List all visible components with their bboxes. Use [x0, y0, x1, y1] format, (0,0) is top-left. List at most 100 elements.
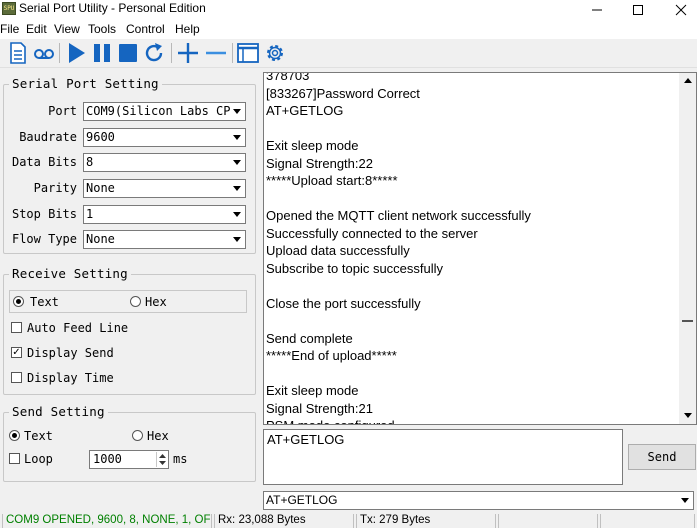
chevron-down-icon[interactable] [230, 103, 245, 120]
chevron-down-icon[interactable] [230, 129, 245, 146]
title-bar: SPU Serial Port Utility - Personal Editi… [0, 0, 697, 19]
tx-count: Tx: 279 Bytes [356, 514, 496, 528]
pause-icon [94, 44, 110, 62]
port-value: COM9(Silicon Labs CP [86, 104, 231, 118]
baudrate-value: 9600 [86, 130, 115, 144]
refresh-button[interactable] [142, 41, 166, 65]
stop-button[interactable] [116, 41, 140, 65]
minimize-button[interactable] [575, 0, 619, 19]
receive-log-line [266, 120, 531, 138]
menu-view[interactable]: View [54, 22, 80, 36]
minimize-icon [592, 9, 602, 11]
port-select[interactable]: COM9(Silicon Labs CP [83, 102, 246, 121]
chevron-down-icon[interactable] [678, 492, 693, 509]
scroll-thumb[interactable] [682, 320, 693, 322]
receive-log-line: Send complete [266, 330, 353, 346]
receive-log-line [266, 365, 531, 383]
plus-icon [178, 43, 198, 63]
receive-log-line [266, 190, 531, 208]
record-button[interactable] [32, 41, 56, 65]
menu-bar: File Edit View Tools Control Help [0, 19, 697, 39]
menu-control[interactable]: Control [126, 22, 165, 36]
display-time-checkbox[interactable] [11, 372, 22, 383]
chevron-down-icon[interactable] [230, 231, 245, 248]
stop-bits-select[interactable]: 1 [83, 205, 246, 224]
settings-button[interactable] [263, 41, 287, 65]
maximize-button[interactable] [616, 0, 660, 19]
command-history-value: AT+GETLOG [266, 493, 338, 507]
start-button[interactable] [64, 41, 88, 65]
chevron-down-icon[interactable] [230, 206, 245, 223]
window-button[interactable] [236, 41, 260, 65]
add-button[interactable] [176, 41, 200, 65]
receive-log-line: PSM mode configured [266, 417, 531, 424]
interval-unit-label: ms [173, 452, 188, 466]
parity-select[interactable]: None [83, 179, 246, 198]
receive-log-line [266, 312, 531, 330]
gear-icon [267, 45, 283, 61]
connection-status: COM9 OPENED, 9600, 8, NONE, 1, OFF [2, 514, 212, 528]
data-bits-select[interactable]: 8 [83, 153, 246, 172]
receive-text-label: Text [30, 295, 59, 309]
flow-type-value: None [86, 232, 115, 246]
pause-button[interactable] [90, 41, 114, 65]
menu-edit[interactable]: Edit [26, 22, 47, 36]
toolbar-separator [59, 43, 60, 63]
status-cell-empty [600, 514, 695, 528]
auto-feed-line-checkbox[interactable] [11, 322, 22, 333]
baudrate-label: Baudrate [19, 130, 77, 144]
receive-log-line: Exit sleep mode [266, 383, 359, 398]
send-setting-group [3, 412, 256, 482]
menu-help[interactable]: Help [175, 22, 200, 36]
serial-port-setting-title: Serial Port Setting [9, 76, 162, 91]
spinner-up-down-icon [159, 454, 166, 465]
baudrate-select[interactable]: 9600 [83, 128, 246, 147]
menu-file[interactable]: File [0, 22, 19, 36]
command-history-select[interactable]: AT+GETLOG [263, 491, 694, 510]
flow-type-label: Flow Type [11, 232, 77, 246]
receive-hex-radio[interactable] [130, 296, 141, 307]
chevron-down-icon[interactable] [230, 154, 245, 171]
receive-log-line [266, 277, 531, 295]
scroll-down-icon[interactable] [684, 413, 692, 418]
stop-bits-value: 1 [86, 207, 94, 221]
minus-icon [206, 51, 226, 55]
close-button[interactable] [659, 0, 697, 19]
send-text-label: Text [24, 429, 53, 443]
new-document-button[interactable] [6, 41, 30, 65]
send-hex-radio[interactable] [132, 430, 143, 441]
spinner-arrows[interactable] [156, 452, 167, 467]
document-icon [10, 42, 26, 64]
auto-feed-line-label: Auto Feed Line [27, 321, 129, 335]
status-bar: COM9 OPENED, 9600, 8, NONE, 1, OFF Rx: 2… [0, 513, 697, 528]
stop-bits-label: Stop Bits [11, 207, 77, 221]
receive-log-line: Opened the MQTT client network successfu… [266, 208, 531, 223]
close-icon [675, 4, 687, 16]
loop-interval-spinner[interactable]: 1000 [89, 450, 169, 469]
receive-setting-title: Receive Setting [9, 266, 131, 281]
remove-button[interactable] [204, 41, 228, 65]
receive-log-lines: 378703 [833267]Password Correct AT+GETLOG … [266, 73, 531, 424]
toolbar [0, 39, 697, 68]
display-send-checkbox[interactable]: ✓ [11, 347, 22, 358]
record-icon [34, 49, 54, 59]
status-cell-empty [498, 514, 598, 528]
receive-text-radio[interactable] [13, 296, 24, 307]
loop-checkbox[interactable] [9, 453, 20, 464]
receive-log[interactable]: 378703 [833267]Password Correct AT+GETLOG … [263, 72, 697, 425]
parity-value: None [86, 181, 115, 195]
send-hex-label: Hex [147, 429, 169, 443]
send-text-radio[interactable] [9, 430, 20, 441]
chevron-down-icon[interactable] [230, 180, 245, 197]
receive-hex-label: Hex [145, 295, 167, 309]
toolbar-separator [232, 43, 233, 63]
flow-type-select[interactable]: None [83, 230, 246, 249]
receive-log-line: *****Upload start:8***** [266, 173, 398, 188]
rx-count: Rx: 23,088 Bytes [214, 514, 354, 528]
send-button[interactable]: Send [628, 444, 696, 470]
send-input[interactable]: AT+GETLOG [263, 429, 623, 485]
receive-log-line: Subscribe to topic successfully [266, 260, 444, 276]
menu-tools[interactable]: Tools [88, 22, 116, 36]
receive-log-scrollbar[interactable] [679, 73, 696, 424]
scroll-up-icon[interactable] [684, 78, 692, 83]
